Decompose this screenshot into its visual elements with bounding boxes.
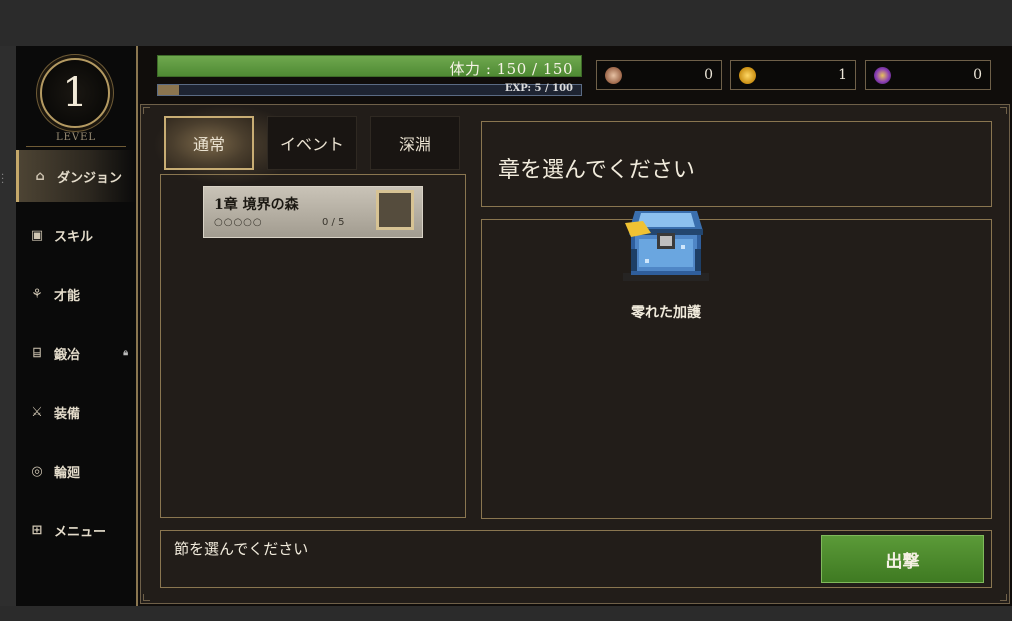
chapter-list: 1章 境界の森 ○○○○○ 0 / 5 — [160, 174, 466, 518]
exp-fill — [158, 85, 180, 95]
tab-normal[interactable]: 通常 — [164, 116, 254, 170]
lock-icon: 🔒︎ — [123, 348, 128, 358]
corner-ornament — [143, 107, 150, 114]
hp-bar: 体力 : 150 / 150 — [157, 55, 582, 78]
chapter-title: 1章 境界の森 — [214, 197, 299, 213]
section-panel: 節を選んでください 出撃 — [160, 530, 992, 588]
level-number: 1 — [62, 70, 88, 116]
section-prompt: 節を選んでください — [174, 540, 309, 558]
divider — [26, 146, 126, 147]
sidebar-item-label: 才能 — [54, 288, 81, 304]
sidebar-item-talent[interactable]: ⚘ 才能 — [16, 268, 136, 320]
crystal-orb-icon — [605, 67, 622, 84]
purple-gem-icon — [874, 67, 891, 84]
exp-bar: EXP: 5 / 100 — [157, 83, 582, 96]
cycle-icon: ◎ — [31, 463, 43, 479]
sidebar-item-label: スキル — [54, 229, 94, 245]
level-label: LEVEL — [55, 132, 97, 143]
sidebar-item-label: 装備 — [54, 406, 81, 422]
sidebar-item-dungeon[interactable]: ⌂ ダンジョン — [16, 150, 136, 202]
chapter-detail-panel — [481, 219, 992, 519]
chapter-title-panel: 章を選んでください — [481, 121, 992, 207]
dungeon-icon: ⌂ — [35, 168, 45, 184]
sidebar-item-label: ダンジョン — [57, 170, 123, 186]
drag-handle-icon[interactable]: · · · — [1, 171, 4, 189]
chapter-progress: 0 / 5 — [322, 217, 345, 228]
resource-value: 0 — [973, 67, 982, 83]
level-badge: 1 — [40, 58, 110, 128]
window-left-edge: · · · — [0, 46, 16, 606]
sortie-button[interactable]: 出撃 — [821, 535, 984, 583]
exp-text: EXP: 5 / 100 — [504, 83, 573, 94]
dungeon-panel: 通常 イベント 深淵 1章 境界の森 ○○○○○ 0 / 5 章を選んでください — [140, 104, 1010, 604]
corner-ornament — [143, 594, 150, 601]
sidebar-item-label: メニュー — [54, 524, 107, 540]
menu-grid-icon: ⊞ — [31, 522, 43, 538]
corner-ornament — [1000, 594, 1007, 601]
chapter-prompt: 章を選んでください — [498, 158, 695, 183]
sidebar: 1 LEVEL ⌂ ダンジョン ▣ スキル ⚘ 才能 ⌸ 鍛冶 🔒︎ ⚔ 装備 … — [16, 46, 138, 606]
resource-value: 0 — [704, 67, 713, 83]
gold-coin-icon — [739, 67, 756, 84]
chapter-stars: ○○○○○ — [214, 217, 263, 228]
resource-gem: 0 — [865, 60, 991, 90]
sidebar-item-label: 鍛冶 — [54, 347, 81, 363]
talent-icon: ⚘ — [31, 286, 43, 302]
tab-abyss[interactable]: 深淵 — [370, 116, 460, 170]
resource-gold: 1 — [730, 60, 856, 90]
resource-crystal: 0 — [596, 60, 722, 90]
resource-value: 1 — [838, 67, 847, 83]
sidebar-item-equipment[interactable]: ⚔ 装備 — [16, 386, 136, 438]
sidebar-item-rebirth[interactable]: ◎ 輪廻 — [16, 445, 136, 497]
chapter-card[interactable]: 1章 境界の森 ○○○○○ 0 / 5 — [203, 186, 423, 238]
sidebar-item-smithing[interactable]: ⌸ 鍛冶 🔒︎ — [16, 327, 136, 379]
corner-ornament — [1000, 107, 1007, 114]
sword-icon: ⚔ — [31, 404, 43, 420]
sidebar-item-skill[interactable]: ▣ スキル — [16, 209, 136, 261]
hp-text: 体力 : 150 / 150 — [449, 60, 573, 78]
main-area: 体力 : 150 / 150 EXP: 5 / 100 0 1 0 通常 イベン… — [138, 46, 1012, 606]
skill-icon: ▣ — [30, 227, 44, 243]
sidebar-item-menu[interactable]: ⊞ メニュー — [16, 504, 136, 556]
treasure-label: 零れた加護 — [631, 305, 701, 321]
anvil-icon: ⌸ — [33, 345, 41, 361]
tab-event[interactable]: イベント — [267, 116, 357, 170]
treasure-chest-icon[interactable] — [621, 203, 711, 283]
sidebar-item-label: 輪廻 — [54, 465, 81, 481]
chapter-thumbnail — [376, 190, 414, 230]
